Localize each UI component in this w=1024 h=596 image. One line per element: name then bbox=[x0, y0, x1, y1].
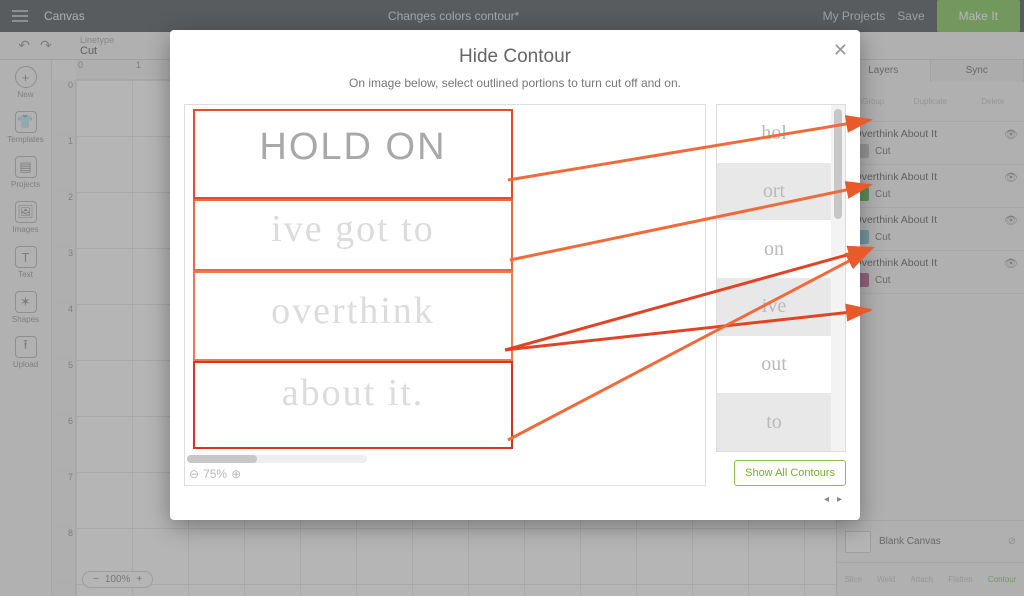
preview-zoom-value: 75% bbox=[203, 467, 227, 481]
preview-zoom[interactable]: ⊖ 75% ⊕ bbox=[189, 467, 241, 481]
modal-bottom-scroll: ◂ ▸ bbox=[184, 494, 846, 510]
annotation-box bbox=[193, 109, 513, 199]
contour-thumb[interactable]: ort bbox=[717, 163, 831, 221]
contour-thumbnails: hol ort on ive out to Show All Contours bbox=[716, 104, 846, 486]
modal-title: Hide Contour bbox=[170, 46, 860, 68]
annotation-box bbox=[193, 271, 513, 361]
zoom-out-icon[interactable]: ⊖ bbox=[189, 467, 199, 481]
annotation-box bbox=[193, 361, 513, 449]
contour-thumb[interactable]: hol bbox=[717, 105, 831, 163]
modal-subtitle: On image below, select outlined portions… bbox=[170, 76, 860, 90]
close-icon[interactable]: ✕ bbox=[833, 40, 848, 61]
show-all-contours-button[interactable]: Show All Contours bbox=[734, 460, 846, 486]
contour-thumb[interactable]: on bbox=[717, 220, 831, 278]
contour-thumb[interactable]: out bbox=[717, 336, 831, 394]
hide-contour-modal: ✕ Hide Contour On image below, select ou… bbox=[170, 30, 860, 520]
zoom-in-icon[interactable]: ⊕ bbox=[231, 467, 241, 481]
contour-thumb[interactable]: ive bbox=[717, 278, 831, 336]
preview-scrollbar-h[interactable] bbox=[187, 455, 367, 463]
contour-thumb[interactable]: to bbox=[717, 393, 831, 451]
scroll-left-icon[interactable]: ◂ bbox=[820, 494, 833, 510]
thumbs-scrollbar[interactable] bbox=[831, 105, 845, 451]
contour-preview[interactable]: HOLD ON ive got to overthink about it. ⊖… bbox=[184, 104, 706, 486]
scroll-right-icon[interactable]: ▸ bbox=[833, 494, 846, 510]
annotation-box bbox=[193, 199, 513, 271]
